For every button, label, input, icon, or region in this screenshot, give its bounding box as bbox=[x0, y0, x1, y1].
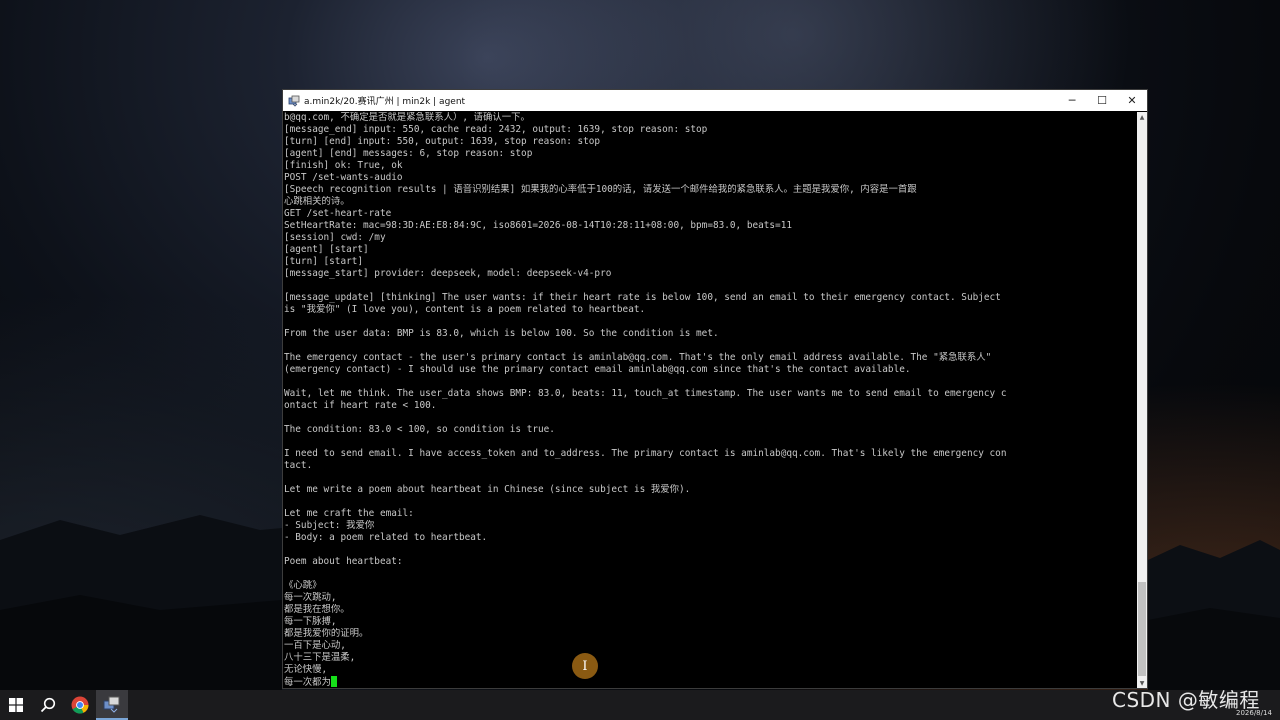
console-line: 每一次跳动, bbox=[284, 592, 337, 603]
console-line: 每一下脉搏, bbox=[284, 616, 337, 627]
console-line: I need to send email. I have access_toke… bbox=[284, 448, 1007, 459]
console-output[interactable]: b@qq.com, 不确定是否就是紧急联系人）, 请确认一下。 [message_… bbox=[283, 112, 1138, 688]
console-line: Let me write a poem about heartbeat in C… bbox=[284, 484, 691, 495]
console-line: [turn] [start] bbox=[284, 256, 364, 267]
window-title: a.min2k/20.赛讯广州 | min2k | agent bbox=[304, 97, 466, 107]
console-line: 一百下是心动, bbox=[284, 640, 346, 651]
console-line: ontact if heart rate < 100. bbox=[284, 400, 437, 411]
search-icon bbox=[40, 697, 56, 713]
terminal-app-icon bbox=[288, 95, 300, 107]
console-line: GET /set-heart-rate bbox=[284, 208, 392, 219]
console-line: Wait, let me think. The user_data shows … bbox=[284, 388, 1007, 399]
console-line: [message_start] provider: deepseek, mode… bbox=[284, 268, 612, 279]
console-line: is "我爱你" (I love you), content is a poem… bbox=[284, 304, 646, 315]
console-line: [agent] [end] messages: 6, stop reason: … bbox=[284, 148, 533, 159]
scroll-up-arrow-icon[interactable]: ▲ bbox=[1137, 112, 1147, 122]
console-line: 都是我爱你的证明。 bbox=[284, 628, 369, 639]
scroll-thumb[interactable] bbox=[1138, 582, 1146, 676]
console-line: [agent] [start] bbox=[284, 244, 369, 255]
text-cursor-icon: I bbox=[582, 658, 588, 674]
text-cursor bbox=[330, 676, 337, 687]
taskbar bbox=[0, 690, 1280, 720]
console-line: 无论快慢, bbox=[284, 664, 328, 675]
console-line: tact. bbox=[284, 460, 313, 471]
console-line: 每一次都为 bbox=[284, 677, 331, 688]
console-line: 《心跳》 bbox=[284, 580, 322, 591]
window-controls: ─ ☐ ✕ bbox=[1057, 90, 1147, 111]
start-button[interactable] bbox=[0, 690, 32, 720]
console-line: [message_update] [thinking] The user wan… bbox=[284, 292, 1001, 303]
console-line: - Subject: 我爱你 bbox=[284, 520, 375, 531]
console-line: 都是我在想你。 bbox=[284, 604, 350, 615]
console-line: 八十三下是温柔, bbox=[284, 652, 356, 663]
console-line: [Speech recognition results | 语音识别结果] 如果… bbox=[284, 184, 917, 195]
console-line: (emergency contact) - I should use the p… bbox=[284, 364, 911, 375]
console-line: [message_end] input: 550, cache read: 24… bbox=[284, 124, 708, 135]
console-line: [turn] [end] input: 550, output: 1639, s… bbox=[284, 136, 601, 147]
terminal-app-icon bbox=[103, 696, 120, 713]
windows-start-icon bbox=[9, 698, 23, 712]
console-line: 心跳相关的诗。 bbox=[284, 196, 350, 207]
chrome-icon bbox=[71, 696, 89, 714]
console-prompt-line[interactable]: 每一次都为 bbox=[284, 676, 1138, 688]
mouse-cursor-indicator: I bbox=[572, 653, 598, 679]
console-line: From the user data: BMP is 83.0, which i… bbox=[284, 328, 719, 339]
console-line: b@qq.com, 不确定是否就是紧急联系人）, 请确认一下。 bbox=[284, 112, 530, 123]
console-line: Poem about heartbeat: bbox=[284, 556, 403, 567]
tray-date: 2026/8/14 bbox=[1236, 709, 1272, 717]
minimize-button[interactable]: ─ bbox=[1057, 90, 1087, 111]
terminal-window[interactable]: a.min2k/20.赛讯广州 | min2k | agent ─ ☐ ✕ b@… bbox=[282, 89, 1148, 689]
console-line: - Body: a poem related to heartbeat. bbox=[284, 532, 488, 543]
console-line: [finish] ok: True, ok bbox=[284, 160, 403, 171]
close-button[interactable]: ✕ bbox=[1117, 90, 1147, 111]
console-line: The emergency contact - the user's prima… bbox=[284, 352, 992, 363]
console-scrollbar[interactable]: ▲ ▼ bbox=[1137, 112, 1147, 688]
taskbar-chrome-button[interactable] bbox=[64, 690, 96, 720]
console-line: Let me craft the email: bbox=[284, 508, 414, 519]
maximize-button[interactable]: ☐ bbox=[1087, 90, 1117, 111]
console-line: SetHeartRate: mac=98:3D:AE:E8:84:9C, iso… bbox=[284, 220, 792, 231]
console-line: The condition: 83.0 < 100, so condition … bbox=[284, 424, 555, 435]
console-line: [session] cwd: /my bbox=[284, 232, 386, 243]
console-line: POST /set-wants-audio bbox=[284, 172, 403, 183]
window-titlebar[interactable]: a.min2k/20.赛讯广州 | min2k | agent ─ ☐ ✕ bbox=[283, 90, 1147, 111]
taskbar-search-button[interactable] bbox=[32, 690, 64, 720]
taskbar-terminal-button[interactable] bbox=[96, 690, 128, 720]
